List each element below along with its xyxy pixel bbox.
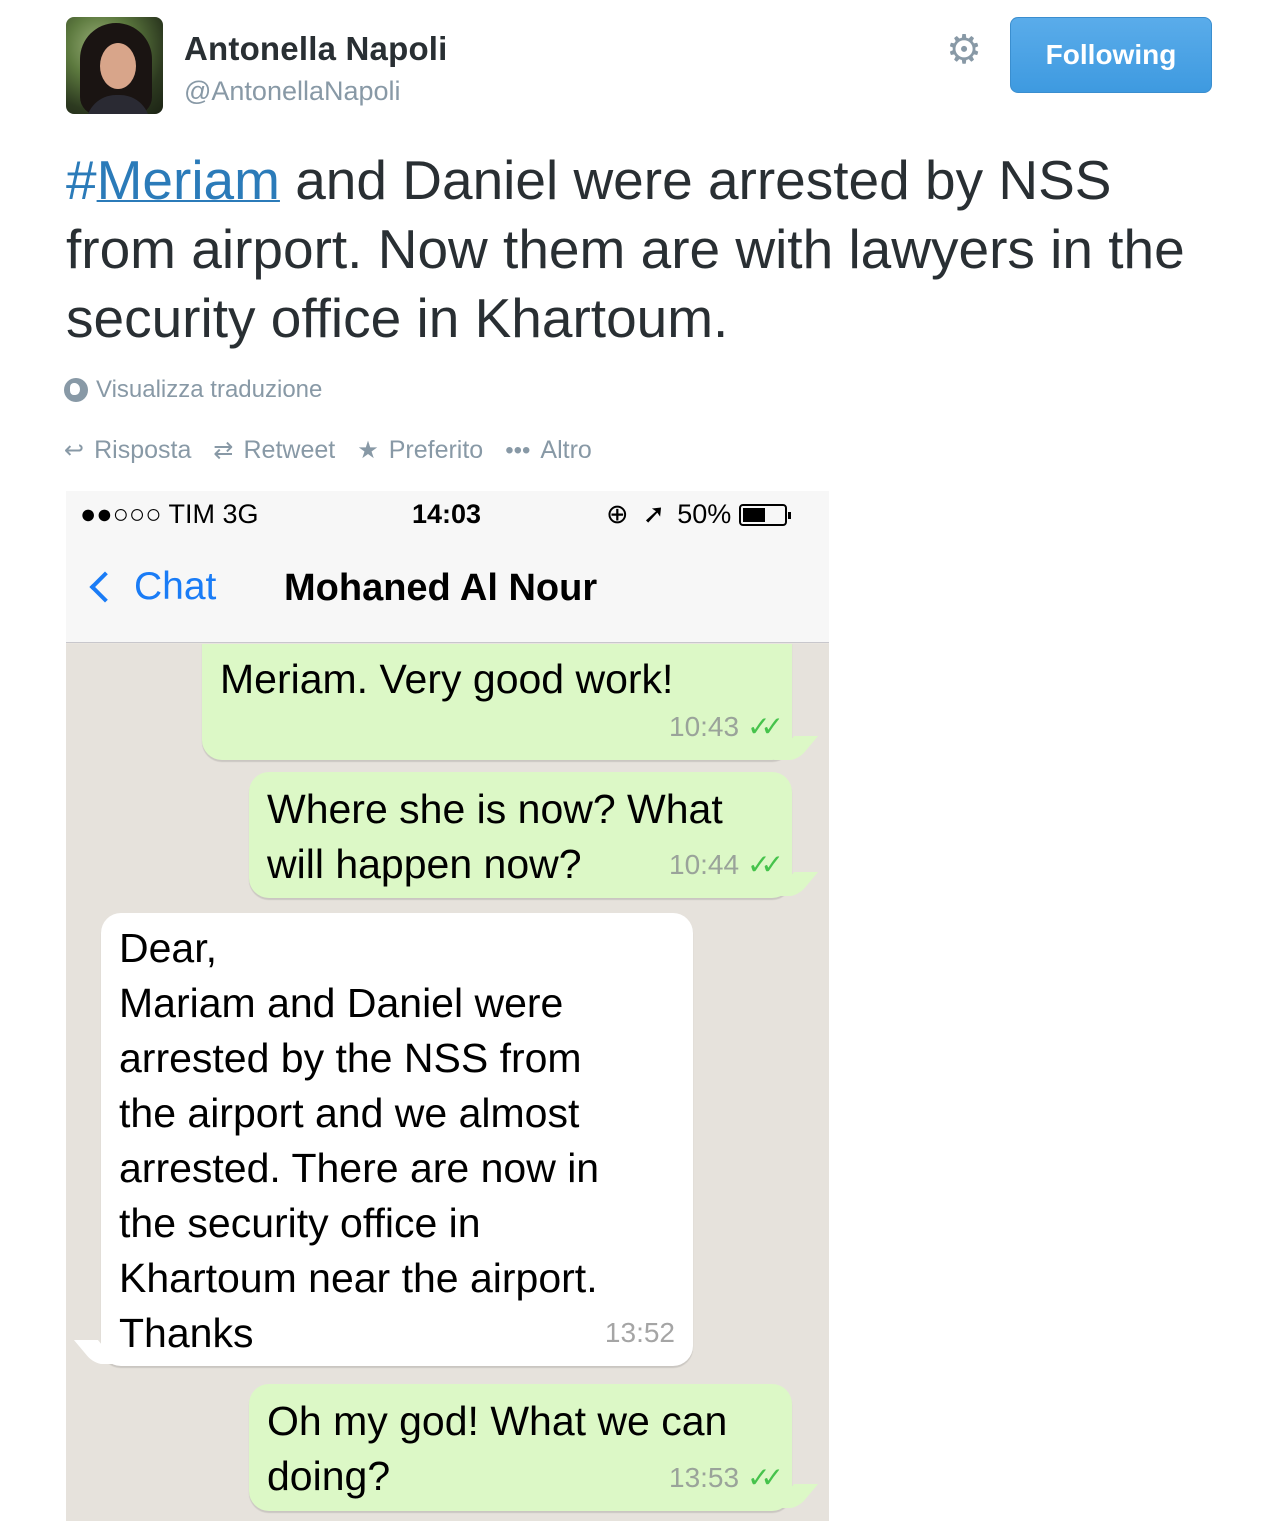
tweet-text: #Meriam and Daniel were arrested by NSS …	[66, 149, 1185, 349]
reply-label: Risposta	[94, 436, 192, 464]
favorite-button[interactable]: ★ Preferito	[357, 436, 483, 465]
lock-rotation-icon: ⊕	[606, 499, 629, 529]
phone-status-bar: ●●○○○ TIM 3G 14:03 ⊕ ➚ 50%	[66, 491, 829, 537]
battery-icon	[739, 503, 792, 526]
double-check-icon: ✓✓	[747, 1462, 784, 1493]
reply-icon: ↩	[64, 437, 85, 464]
hashtag-link[interactable]: #Meriam	[66, 149, 280, 211]
chat-contact-name: Mohaned Al Nour	[284, 567, 598, 609]
avatar[interactable]	[66, 17, 163, 114]
favorite-label: Preferito	[388, 436, 484, 464]
message-time: 10:44	[669, 849, 740, 880]
message-time: 13:52	[604, 1317, 675, 1348]
double-check-icon: ✓✓	[747, 711, 784, 742]
message-bubble-outgoing[interactable]: Where she is now? What will happen now? …	[249, 772, 792, 898]
double-check-icon: ✓✓	[747, 849, 784, 880]
chat-nav-bar: Chat Mohaned Al Nour	[66, 537, 829, 643]
tweet-actions: ↩ Risposta ⇄ Retweet ★ Preferito ••• Alt…	[64, 436, 614, 465]
message-bubble-outgoing[interactable]: Oh my god! What we can doing? 13:53 ✓✓	[249, 1384, 792, 1511]
message-time: 13:53	[669, 1462, 740, 1493]
message-text: Dear, Mariam and Daniel were arrested by…	[119, 925, 600, 1356]
view-translation-link[interactable]: Visualizza traduzione	[64, 376, 322, 404]
retweet-label: Retweet	[243, 436, 336, 464]
star-icon: ★	[357, 437, 379, 464]
retweet-icon: ⇄	[213, 437, 234, 464]
location-icon: ➚	[642, 499, 666, 529]
globe-icon	[64, 378, 88, 402]
back-label: Chat	[134, 565, 217, 608]
gear-icon[interactable]: ⚙	[942, 28, 986, 72]
profile-handle[interactable]: @AntonellaNapoli	[184, 76, 401, 107]
attached-screenshot[interactable]: ●●○○○ TIM 3G 14:03 ⊕ ➚ 50% Chat Mohaned …	[66, 491, 829, 1521]
back-button[interactable]: Chat	[84, 565, 216, 609]
battery-percent: 50%	[677, 499, 732, 529]
message-bubble-outgoing[interactable]: Meriam. Very good work! 10:43 ✓✓	[202, 644, 792, 760]
message-list[interactable]: Meriam. Very good work! 10:43 ✓✓ Where s…	[66, 644, 829, 1521]
retweet-button[interactable]: ⇄ Retweet	[213, 436, 335, 465]
status-time: 14:03	[412, 499, 482, 529]
carrier-label: ●●○○○ TIM 3G	[80, 499, 259, 529]
more-label: Altro	[540, 436, 592, 464]
more-button[interactable]: ••• Altro	[505, 436, 592, 465]
back-chevron-icon	[89, 571, 121, 603]
profile-name[interactable]: Antonella Napoli	[184, 30, 448, 68]
translation-label: Visualizza traduzione	[96, 376, 323, 403]
reply-button[interactable]: ↩ Risposta	[64, 436, 191, 465]
more-icon: •••	[505, 436, 531, 464]
message-bubble-incoming[interactable]: Dear, Mariam and Daniel were arrested by…	[101, 913, 693, 1366]
message-time: 10:43	[669, 711, 740, 742]
following-button[interactable]: Following	[1010, 17, 1212, 93]
